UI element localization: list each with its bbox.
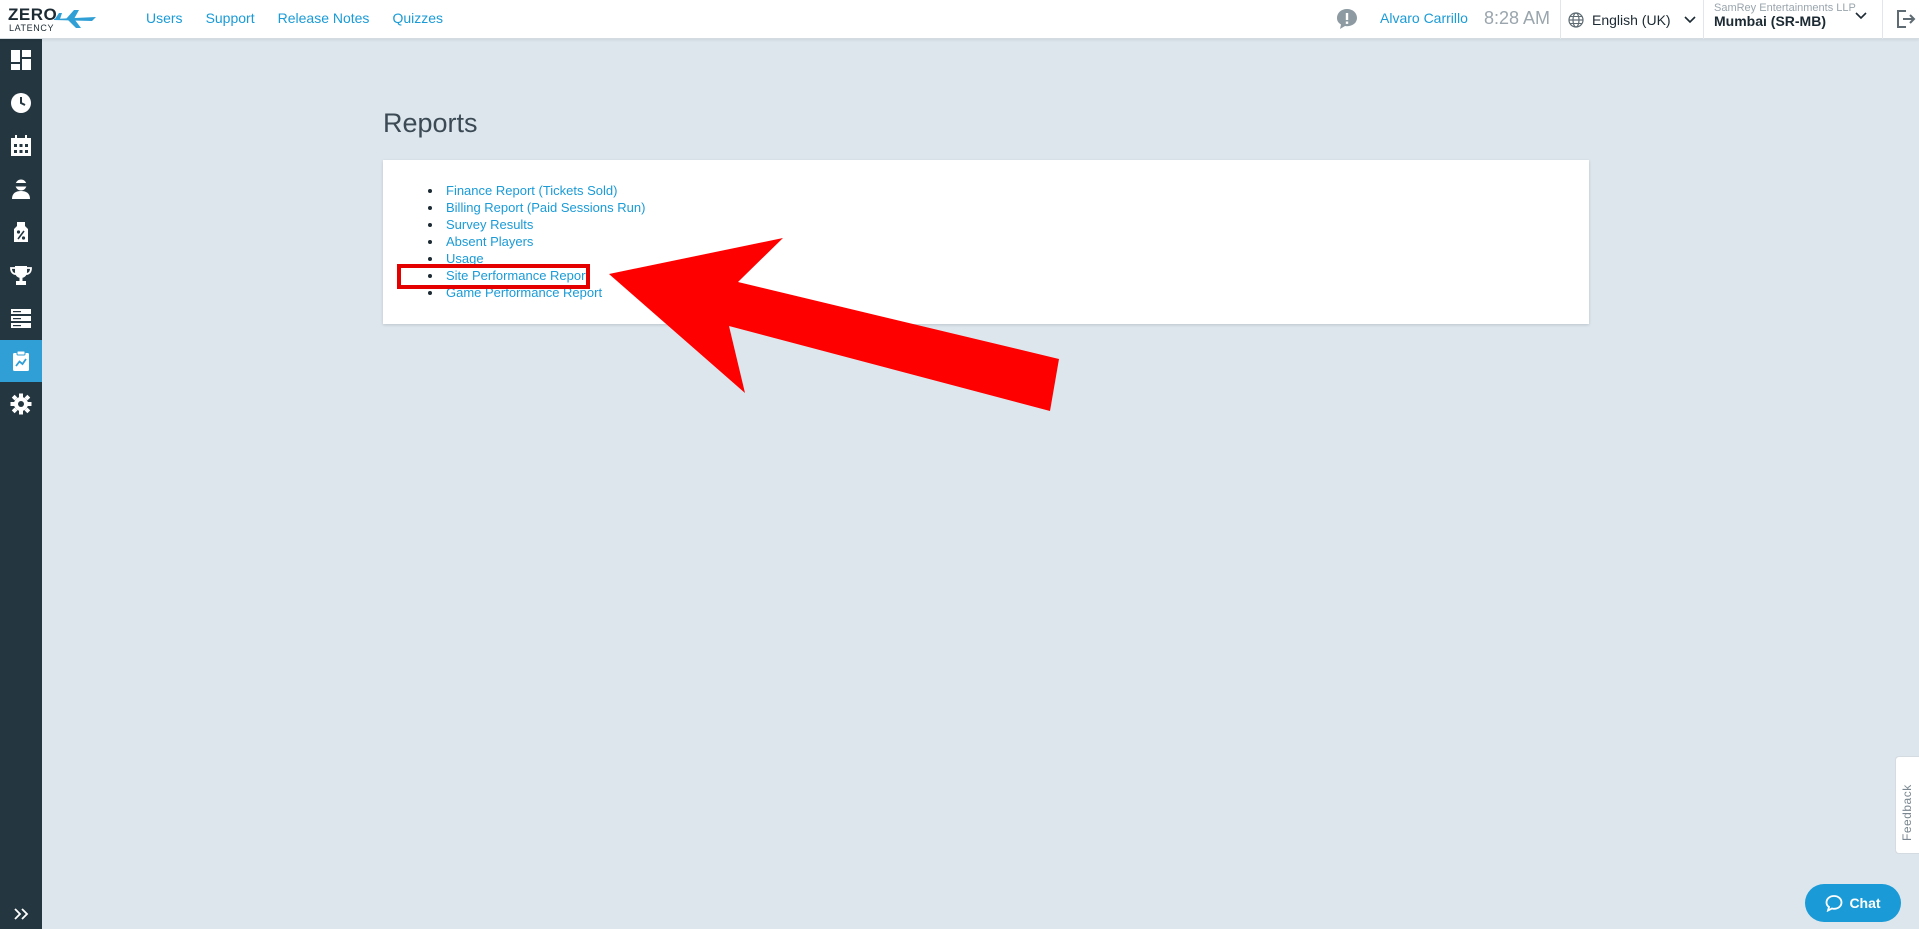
sidebar-item-dashboard[interactable] xyxy=(0,39,42,81)
clock-icon xyxy=(11,93,31,113)
top-bar: ZERO LATENCY Users Support Release Notes… xyxy=(0,0,1919,39)
sidebar xyxy=(0,39,42,929)
list-item: Billing Report (Paid Sessions Run) xyxy=(428,199,645,216)
globe-icon xyxy=(1568,12,1584,28)
nav-release-notes[interactable]: Release Notes xyxy=(278,10,370,26)
sidebar-item-players[interactable] xyxy=(0,168,42,210)
sidebar-item-settings[interactable] xyxy=(0,383,42,425)
user-name-link[interactable]: Alvaro Carrillo xyxy=(1380,10,1468,26)
feedback-label: Feedback xyxy=(1900,784,1914,841)
sidebar-item-calendar[interactable] xyxy=(0,125,42,167)
discount-tag-icon xyxy=(14,222,28,242)
trophy-icon xyxy=(10,266,32,285)
zero-latency-logo[interactable]: ZERO LATENCY xyxy=(8,5,96,35)
sidebar-item-servers[interactable] xyxy=(0,297,42,339)
report-link-absent-players[interactable]: Absent Players xyxy=(446,234,533,249)
logo-text: ZERO xyxy=(8,5,58,24)
report-link-billing[interactable]: Billing Report (Paid Sessions Run) xyxy=(446,200,645,215)
servers-icon xyxy=(11,309,31,328)
dashboard-icon xyxy=(11,50,31,70)
nav-users[interactable]: Users xyxy=(146,10,183,26)
player-icon xyxy=(12,179,30,199)
chat-button[interactable]: Chat xyxy=(1805,884,1901,922)
reports-icon xyxy=(13,350,29,371)
language-label: English (UK) xyxy=(1592,12,1671,28)
sidebar-expand-button[interactable] xyxy=(0,899,42,929)
annotation-highlight-box xyxy=(397,264,590,289)
list-item: Finance Report (Tickets Sold) xyxy=(428,182,645,199)
chat-bubble-icon xyxy=(1826,895,1843,912)
site-location: Mumbai (SR-MB) xyxy=(1714,13,1826,29)
alert-bubble-icon[interactable] xyxy=(1335,7,1359,31)
report-link-finance[interactable]: Finance Report (Tickets Sold) xyxy=(446,183,617,198)
site-selector[interactable]: SamRey Entertainments LLP Mumbai (SR-MB) xyxy=(1714,2,1856,29)
logout-icon[interactable] xyxy=(1894,8,1916,30)
report-link-survey-results[interactable]: Survey Results xyxy=(446,217,533,232)
nav-quizzes[interactable]: Quizzes xyxy=(392,10,443,26)
divider xyxy=(1882,0,1883,39)
sidebar-item-leaderboard[interactable] xyxy=(0,254,42,296)
top-navigation: Users Support Release Notes Quizzes xyxy=(146,10,443,26)
divider xyxy=(1703,0,1704,39)
chat-label: Chat xyxy=(1849,895,1881,911)
plane-icon xyxy=(54,10,96,28)
current-time: 8:28 AM xyxy=(1484,8,1551,28)
sidebar-item-promotions[interactable] xyxy=(0,211,42,253)
page-title: Reports xyxy=(383,108,478,138)
gear-icon xyxy=(10,393,32,415)
language-selector[interactable]: English (UK) xyxy=(1568,8,1697,32)
logo-subtext: LATENCY xyxy=(9,23,55,33)
annotation-arrow xyxy=(609,238,1059,411)
sidebar-item-history[interactable] xyxy=(0,82,42,124)
sidebar-item-reports[interactable] xyxy=(0,340,42,382)
feedback-tab[interactable]: Feedback xyxy=(1895,756,1919,854)
chevron-down-icon xyxy=(1684,16,1696,24)
calendar-icon xyxy=(11,135,31,156)
nav-support[interactable]: Support xyxy=(206,10,255,26)
double-chevron-right-icon xyxy=(14,908,29,920)
divider xyxy=(1560,0,1561,39)
chevron-down-icon[interactable] xyxy=(1854,11,1868,21)
